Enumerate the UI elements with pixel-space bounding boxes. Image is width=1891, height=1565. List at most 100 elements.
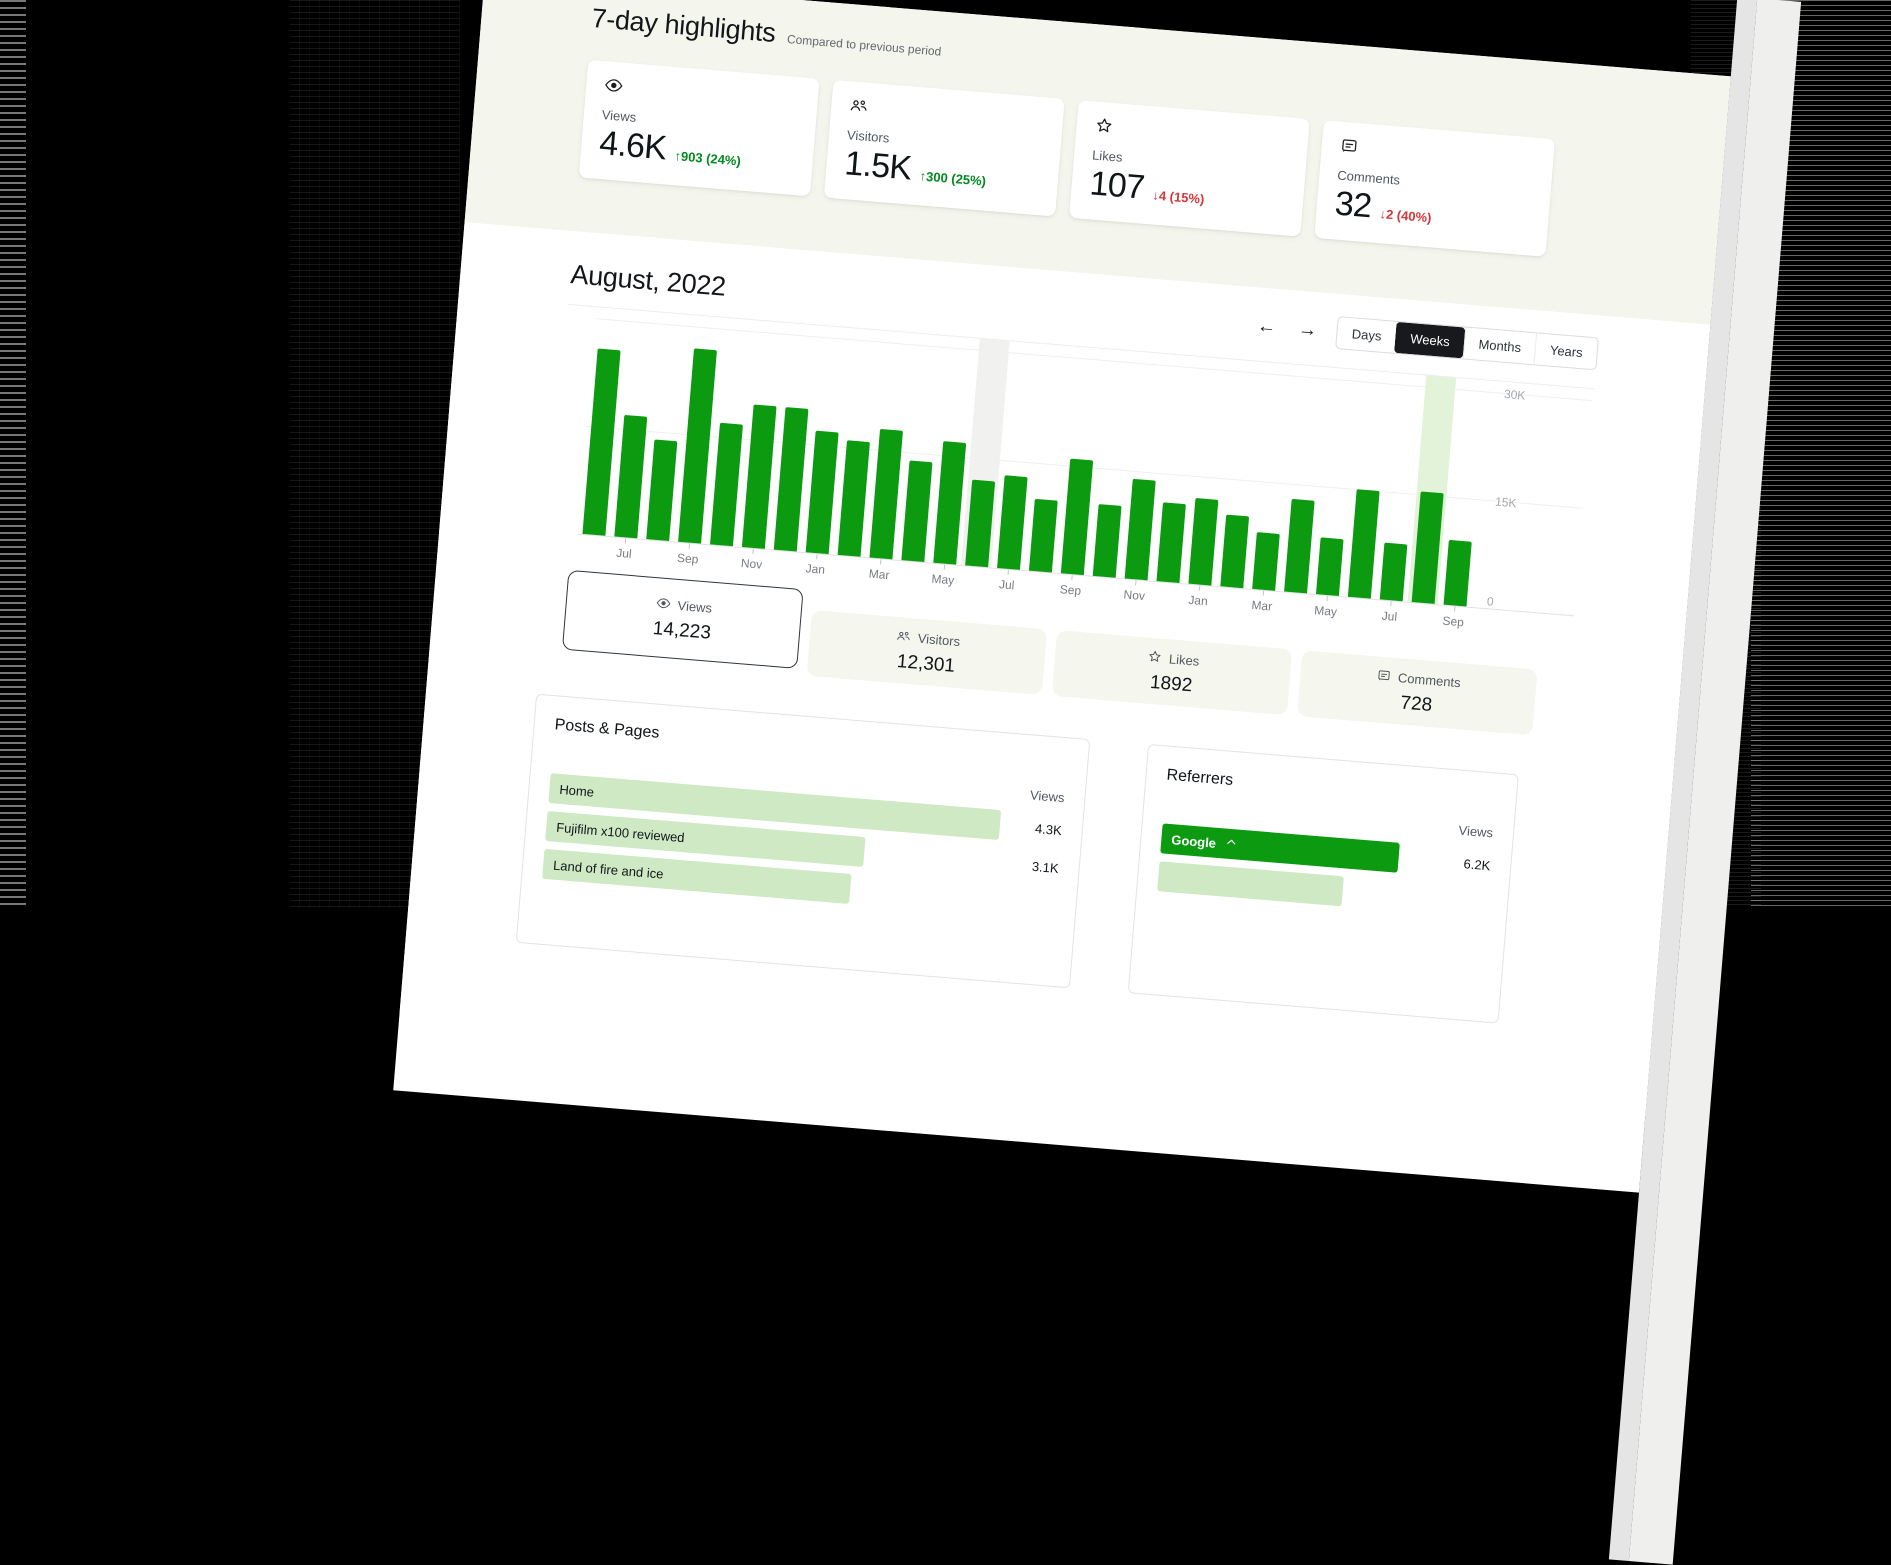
x-axis-label-text: Jan [805, 561, 825, 577]
x-axis-label-text: Jul [1381, 609, 1397, 624]
period-segmented-control: DaysWeeksMonthsYears [1336, 316, 1599, 370]
views-bar[interactable] [901, 460, 932, 562]
y-axis-label: 15K [1495, 494, 1517, 510]
x-axis-label-text: Mar [868, 566, 890, 582]
axis-tick [880, 559, 881, 564]
x-axis-label-nov-5: Nov [735, 548, 769, 579]
x-axis-label-sep-15: Sep [1053, 574, 1087, 605]
x-axis-label-text: Sep [1442, 614, 1464, 630]
period-tab-weeks[interactable]: Weeks [1394, 322, 1465, 359]
views-bar[interactable] [646, 439, 677, 541]
post-title[interactable]: Fujifilm x100 reviewed [555, 812, 686, 852]
axis-tick [944, 565, 945, 570]
noise-band-left [0, 0, 26, 908]
people-icon [895, 627, 911, 646]
highlight-card-value: 32 [1333, 184, 1372, 226]
x-axis-cell [1022, 571, 1056, 602]
axis-tick [1199, 586, 1200, 591]
x-axis-label-text: Sep [1059, 582, 1081, 598]
highlight-card-delta: ↓4 (15%) [1152, 187, 1205, 206]
summary-tab-value: 14,223 [652, 617, 712, 644]
views-bar[interactable] [1252, 532, 1280, 591]
highlight-card-views[interactable]: Views4.6K↑903 (24%) [579, 60, 820, 197]
referrer-rows: Google 6.2K [1157, 823, 1491, 918]
summary-tab-value: 1892 [1149, 671, 1193, 696]
views-bar[interactable] [1060, 459, 1092, 575]
views-bar[interactable] [1188, 498, 1218, 586]
summary-tab-label: Comments [1397, 670, 1461, 690]
x-axis-label-text: Nov [1123, 587, 1145, 603]
y-axis-label: 0 [1486, 594, 1494, 609]
post-views-value: 3.1K [1031, 851, 1060, 883]
summary-tab-label: Visitors [917, 631, 960, 649]
post-title[interactable]: Home [558, 774, 595, 807]
posts-pages-card: Posts & Pages Views Home4.3KFujifilm x10… [516, 694, 1091, 989]
views-bar[interactable] [1156, 502, 1185, 583]
views-bar[interactable] [997, 475, 1028, 570]
views-bar[interactable] [1284, 499, 1315, 594]
people-icon [848, 101, 868, 119]
stats-dashboard-page: 7-day highlights Compared to previous pe… [393, 0, 1731, 1193]
axis-tick [1008, 570, 1009, 575]
x-axis-label-may-11: May [926, 563, 960, 594]
axis-tick [1071, 575, 1072, 580]
period-tab-years[interactable]: Years [1534, 333, 1598, 369]
views-bar[interactable] [837, 440, 869, 556]
x-axis-cell [1213, 587, 1247, 618]
highlight-card-value: 107 [1088, 164, 1145, 207]
highlight-card-comments[interactable]: Comments32↓2 (40%) [1314, 120, 1555, 257]
highlight-card-value: 1.5K [843, 144, 913, 188]
views-bar[interactable] [1124, 479, 1155, 581]
referrer-views-bar [1157, 861, 1344, 906]
views-bar[interactable] [1315, 537, 1343, 596]
period-tab-months[interactable]: Months [1462, 327, 1536, 364]
views-bar[interactable] [1443, 540, 1471, 607]
highlight-card-delta: ↑903 (24%) [674, 148, 741, 168]
post-views-value: 4.3K [1034, 813, 1063, 845]
eye-icon [655, 595, 671, 614]
x-axis-cell [1277, 592, 1311, 623]
x-axis-cell [1341, 597, 1375, 628]
period-tab-days[interactable]: Days [1337, 317, 1397, 353]
summary-tab-label: Likes [1168, 651, 1199, 668]
next-period-arrow[interactable]: → [1295, 318, 1320, 343]
x-axis-label-text: May [931, 572, 955, 588]
referrers-card: Referrers Views Google6.2K [1128, 744, 1519, 1024]
summary-tab-views[interactable]: Views14,223 [562, 570, 804, 669]
views-bar[interactable] [1379, 543, 1407, 602]
star-icon [1094, 121, 1114, 139]
summary-tab-value: 728 [1400, 692, 1433, 717]
highlight-card-likes[interactable]: Likes107↓4 (15%) [1069, 100, 1310, 237]
x-axis-label-mar-21: Mar [1245, 590, 1279, 621]
views-bar[interactable] [1092, 504, 1121, 578]
y-axis-label: 30K [1503, 387, 1525, 403]
x-axis-cell [958, 566, 992, 597]
axis-tick [752, 549, 753, 554]
x-axis-cell [1404, 603, 1438, 634]
x-axis-label-sep-3: Sep [671, 542, 705, 573]
post-title[interactable]: Land of fire and ice [552, 850, 665, 889]
x-axis-label-text: Jul [998, 577, 1014, 592]
summary-tab-label: Views [677, 598, 713, 616]
highlight-card-delta: ↓2 (40%) [1379, 206, 1432, 225]
chart-period-title: August, 2022 [569, 259, 727, 303]
referrer-name[interactable]: Google [1170, 824, 1217, 858]
x-axis-cell [639, 540, 673, 571]
prev-period-arrow[interactable]: ← [1254, 314, 1279, 339]
views-bar[interactable] [1220, 515, 1249, 589]
chevron-up-icon[interactable] [1224, 835, 1237, 854]
axis-tick [816, 554, 817, 559]
x-axis-cell [1085, 576, 1119, 607]
referrer-views-value: 6.2K [1462, 848, 1491, 880]
views-bar[interactable] [1028, 499, 1057, 573]
axis-tick [625, 538, 626, 543]
x-axis-label-jan-19: Jan [1181, 584, 1215, 615]
highlight-card-visitors[interactable]: Visitors1.5K↑300 (25%) [824, 80, 1065, 217]
x-axis-label-nov-17: Nov [1117, 579, 1151, 610]
x-axis-label-text: Jul [616, 546, 632, 561]
axis-tick [1326, 596, 1327, 601]
views-bar[interactable] [1347, 489, 1379, 599]
comment-icon [1375, 667, 1391, 686]
summary-tab-value: 12,301 [896, 651, 956, 678]
x-axis-label-text: Nov [740, 556, 762, 572]
